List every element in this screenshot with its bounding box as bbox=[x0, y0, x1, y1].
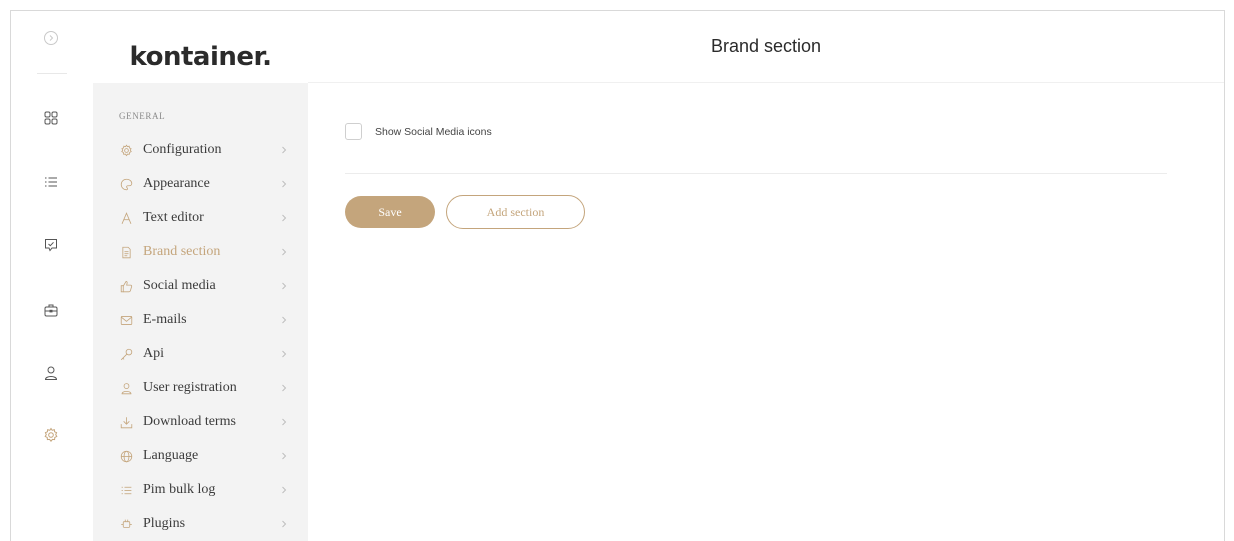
download-icon bbox=[119, 415, 133, 429]
sidebar-item-user-registration[interactable]: User registration bbox=[93, 371, 308, 405]
palette-icon bbox=[119, 177, 133, 191]
save-button[interactable]: Save bbox=[345, 196, 435, 228]
mail-icon bbox=[119, 313, 133, 327]
user-icon[interactable] bbox=[36, 358, 66, 388]
app-frame: kontainer. GENERAL Configuration Appeara… bbox=[10, 10, 1225, 541]
chevron-right-icon bbox=[282, 384, 287, 392]
sidebar-item-plugins[interactable]: Plugins bbox=[93, 507, 308, 541]
sidebar-item-label: Social media bbox=[143, 278, 216, 293]
show-social-media-row: Show Social Media icons bbox=[345, 123, 492, 140]
section-label-general: GENERAL bbox=[119, 111, 166, 121]
chevron-right-icon bbox=[282, 180, 287, 188]
gear-icon[interactable] bbox=[36, 420, 66, 450]
list-icon bbox=[119, 483, 133, 497]
content-divider bbox=[345, 173, 1167, 174]
text-icon bbox=[119, 211, 133, 225]
sidebar-item-download-terms[interactable]: Download terms bbox=[93, 405, 308, 439]
sidebar-item-label: Text editor bbox=[143, 210, 204, 225]
main-content: Brand section Show Social Media icons Sa… bbox=[308, 11, 1224, 541]
chevron-right-icon bbox=[282, 248, 287, 256]
sidebar-item-label: Appearance bbox=[143, 176, 210, 191]
settings-nav: Configuration Appearance Text editor Bra… bbox=[93, 133, 308, 541]
sidebar-item-api[interactable]: Api bbox=[93, 337, 308, 371]
sidebar-item-appearance[interactable]: Appearance bbox=[93, 167, 308, 201]
sidebar-item-brand-section[interactable]: Brand section bbox=[93, 235, 308, 269]
sidebar-item-label: Api bbox=[143, 346, 164, 361]
chevron-right-icon bbox=[282, 214, 287, 222]
thumbs-up-icon bbox=[119, 279, 133, 293]
chevron-right-icon bbox=[282, 418, 287, 426]
list-icon[interactable] bbox=[36, 167, 66, 197]
sidebar-item-text-editor[interactable]: Text editor bbox=[93, 201, 308, 235]
briefcase-icon[interactable] bbox=[36, 295, 66, 325]
show-social-media-label[interactable]: Show Social Media icons bbox=[375, 126, 492, 138]
sidebar-item-label: User registration bbox=[143, 380, 237, 395]
sidebar-item-label: E-mails bbox=[143, 312, 187, 327]
sidebar-item-label: Plugins bbox=[143, 516, 186, 531]
chat-check-icon[interactable] bbox=[36, 230, 66, 260]
icon-rail bbox=[11, 11, 93, 541]
chevron-right-icon bbox=[282, 486, 287, 494]
settings-sidebar: kontainer. GENERAL Configuration Appeara… bbox=[93, 31, 308, 541]
sidebar-item-social-media[interactable]: Social media bbox=[93, 269, 308, 303]
expand-icon[interactable] bbox=[36, 23, 66, 53]
rail-divider bbox=[37, 73, 67, 74]
document-icon bbox=[119, 245, 133, 259]
globe-icon bbox=[119, 449, 133, 463]
sidebar-item-e-mails[interactable]: E-mails bbox=[93, 303, 308, 337]
page-header: Brand section bbox=[308, 11, 1224, 83]
user-icon bbox=[119, 381, 133, 395]
sidebar-item-language[interactable]: Language bbox=[93, 439, 308, 473]
plugin-icon bbox=[119, 517, 133, 531]
gear-icon bbox=[119, 143, 133, 157]
chevron-right-icon bbox=[282, 146, 287, 154]
sidebar-item-pim-bulk-log[interactable]: Pim bulk log bbox=[93, 473, 308, 507]
sidebar-item-label: Download terms bbox=[143, 414, 236, 429]
sidebar-item-label: Pim bulk log bbox=[143, 482, 216, 497]
sidebar-item-label: Language bbox=[143, 448, 199, 463]
key-icon bbox=[119, 347, 133, 361]
chevron-right-icon bbox=[282, 282, 287, 290]
add-section-button[interactable]: Add section bbox=[446, 195, 585, 229]
grid-icon[interactable] bbox=[36, 103, 66, 133]
chevron-right-icon bbox=[282, 350, 287, 358]
sidebar-item-label: Configuration bbox=[143, 142, 222, 157]
show-social-media-checkbox[interactable] bbox=[345, 123, 362, 140]
chevron-right-icon bbox=[282, 520, 287, 528]
page-title: Brand section bbox=[710, 36, 822, 56]
chevron-right-icon bbox=[282, 452, 287, 460]
chevron-right-icon bbox=[282, 316, 287, 324]
sidebar-item-configuration[interactable]: Configuration bbox=[93, 133, 308, 167]
brand-logo[interactable]: kontainer. bbox=[93, 31, 308, 83]
sidebar-item-label: Brand section bbox=[143, 244, 221, 259]
